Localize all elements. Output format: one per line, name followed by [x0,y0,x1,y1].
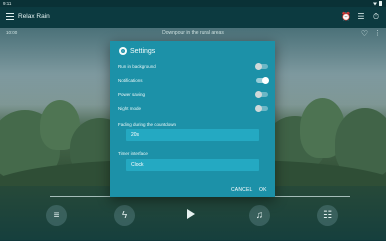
ok-button[interactable]: OK [259,187,267,193]
option-label: Night mode [118,106,142,111]
cancel-button[interactable]: CANCEL [231,187,252,193]
option-label: Notifications [118,78,143,83]
timer-icon[interactable]: ⏱ [371,12,381,22]
option-label: Run in background [118,64,156,69]
option-run-in-background[interactable]: Run in background [118,62,268,72]
music-note-icon[interactable]: ♫ [249,205,270,226]
notifications-toggle[interactable] [256,77,269,84]
battery-icon [379,1,382,6]
timer-interface-label: Timer interface [118,151,148,156]
app-bar: Relax Rain ⏰ ☰ ⏱ [0,7,386,28]
dialog-title: Settings [130,47,156,55]
fading-label: Fading during the countdown [118,122,177,127]
settings-dialog: Settings Run in background Notifications… [110,41,275,197]
equalizer-icon[interactable]: ☰ [356,12,366,22]
night-mode-toggle[interactable] [255,105,268,112]
wifi-icon [373,2,377,6]
status-bar: 9:11 [0,0,386,7]
option-power-saving[interactable]: Power saving [118,90,268,100]
playlist-icon[interactable]: ≡ [46,205,67,226]
fading-field[interactable]: 20s [126,129,259,141]
app-title: Relax Rain [18,13,50,20]
option-night-mode[interactable]: Night mode [118,104,268,114]
queue-icon[interactable]: ☷ [317,205,338,226]
dialog-header: Settings [119,46,155,56]
settings-gear-icon [119,47,127,55]
play-icon[interactable] [187,209,195,219]
option-notifications[interactable]: Notifications [118,76,269,86]
more-icon[interactable]: ⋮ [374,29,381,37]
lightning-icon[interactable]: ϟ [114,205,135,226]
status-time: 9:11 [3,1,12,6]
menu-icon[interactable] [6,13,14,21]
favorite-icon[interactable]: ♡ [361,29,368,38]
timer-interface-field[interactable]: Clock [126,159,259,171]
alarm-icon[interactable]: ⏰ [341,12,351,22]
sound-title: Downpour in the rural areas [162,30,224,36]
run-in-background-toggle[interactable] [255,63,268,70]
power-saving-toggle[interactable] [255,91,268,98]
option-label: Power saving [118,92,146,97]
